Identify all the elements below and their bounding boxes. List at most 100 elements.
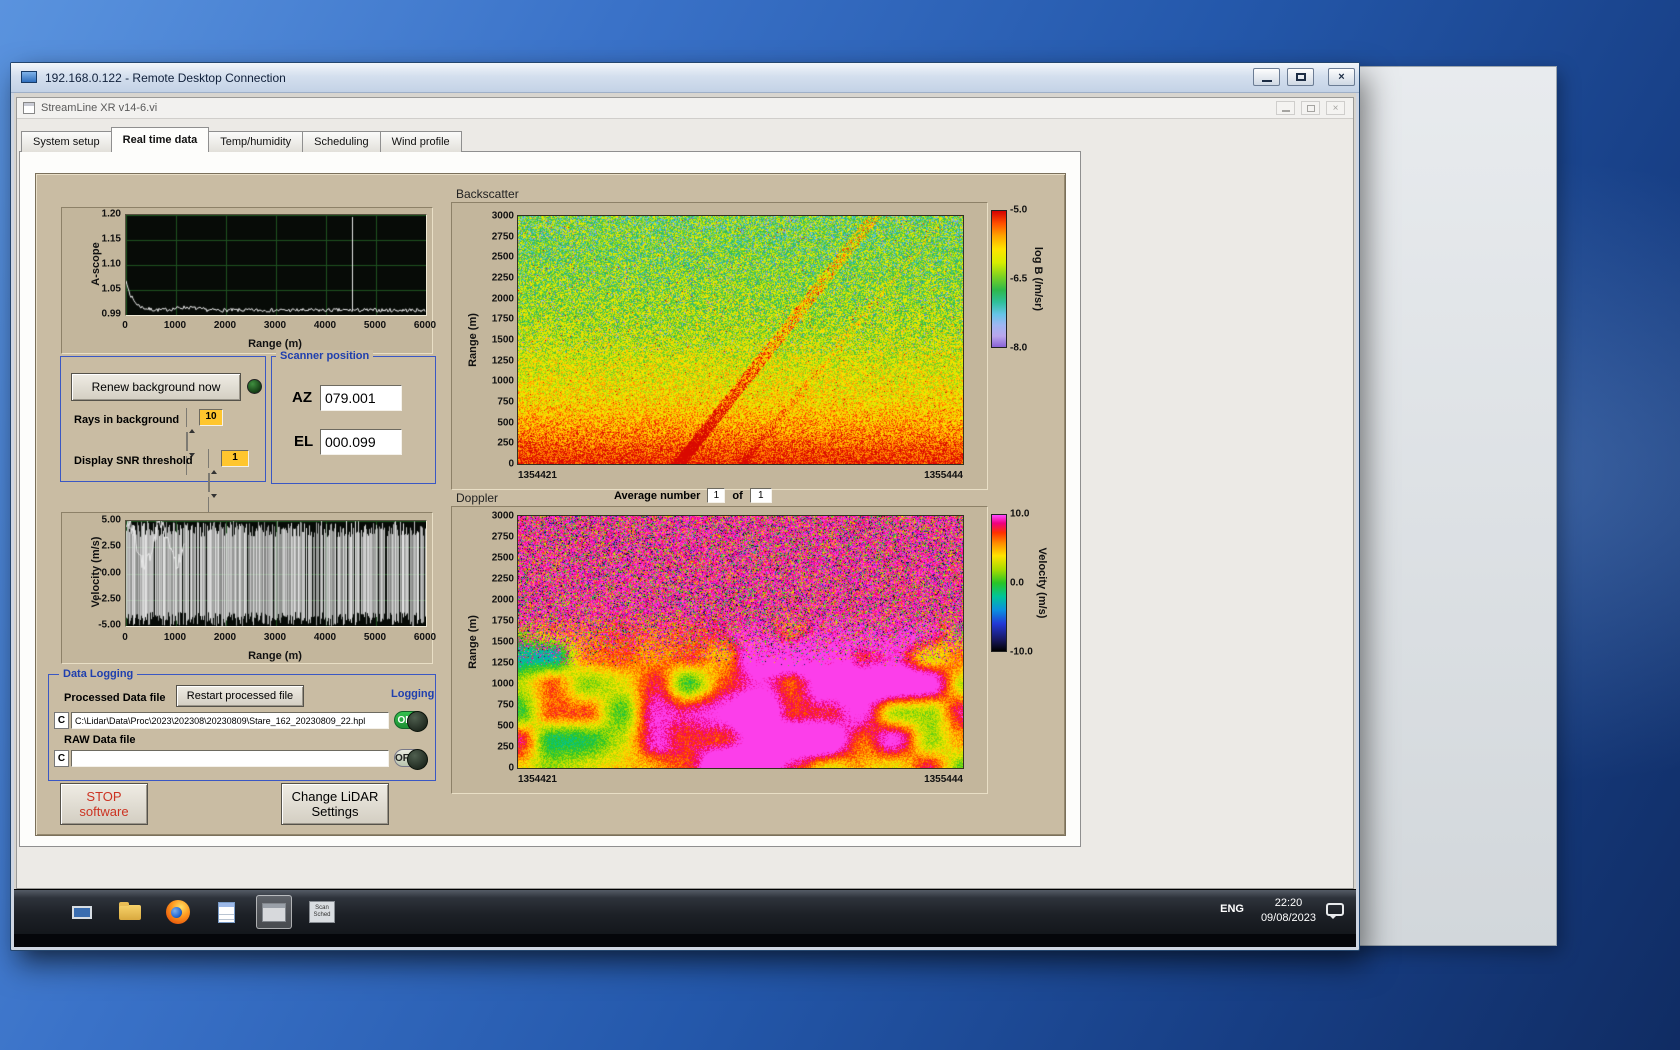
tick-label: 1000: [163, 632, 187, 643]
tick-label: 1000: [491, 678, 514, 690]
average-of-label: of: [732, 489, 743, 502]
velocity-canvas: [126, 521, 426, 626]
doppler-x-bounds: 1354421 1355444: [518, 774, 963, 785]
backscatter-x-bounds: 1354421 1355444: [518, 470, 963, 481]
decrement-icon[interactable]: [208, 473, 219, 516]
raw-path-field[interactable]: [71, 750, 389, 767]
velocity-x-ticks: 0 1000 2000 3000 4000 5000 6000: [122, 632, 436, 644]
ascope-plot: [125, 214, 427, 316]
raw-logging-toggle[interactable]: OFF: [394, 749, 428, 770]
tick-label: 1750: [491, 313, 514, 325]
rdp-icon: [21, 71, 37, 83]
taskbar-streamline-button[interactable]: [256, 895, 292, 929]
raw-drive-selector[interactable]: C: [54, 750, 69, 767]
rays-spinner[interactable]: [186, 408, 197, 475]
stop-line2: software: [79, 804, 129, 819]
processed-drive-selector[interactable]: C: [54, 712, 69, 729]
tick-label: 3000: [491, 210, 514, 222]
close-icon: ×: [1332, 102, 1339, 114]
vi-minimize-button[interactable]: [1276, 101, 1295, 115]
tick-label: 5000: [363, 632, 387, 643]
velocity-plot: [125, 520, 427, 627]
tick-label: 2250: [491, 573, 514, 585]
close-button[interactable]: ×: [1328, 68, 1355, 86]
tab-wind-profile[interactable]: Wind profile: [379, 131, 462, 152]
minimize-icon: [1281, 110, 1290, 112]
snr-threshold-label: Display SNR threshold: [74, 455, 193, 467]
tick-label: 3000: [491, 510, 514, 522]
doppler-title: Doppler: [456, 491, 499, 505]
logging-label: Logging: [391, 688, 435, 700]
app-window-icon: [262, 902, 286, 922]
stop-line1: STOP: [86, 789, 122, 804]
data-logging-title: Data Logging: [59, 668, 138, 680]
tick-label: 0: [122, 632, 128, 643]
change-lidar-settings-button[interactable]: Change LiDAR Settings: [281, 783, 389, 825]
average-number-field[interactable]: 1: [707, 488, 726, 503]
tick-label: 2500: [491, 552, 514, 564]
tick-label: 0.99: [101, 308, 121, 320]
vi-restore-button[interactable]: [1301, 101, 1320, 115]
desktop-icon: [72, 905, 92, 919]
change-line2: Settings: [311, 804, 359, 819]
tab-strip: System setup Real time data Temp/humidit…: [21, 127, 462, 152]
taskbar-not epad-button[interactable]: [208, 895, 244, 929]
language-indicator[interactable]: ENG: [1220, 903, 1244, 915]
processed-logging-toggle[interactable]: ON: [394, 711, 428, 732]
rays-value-field[interactable]: 10: [199, 409, 223, 426]
tick-label: 1000: [491, 375, 514, 387]
vi-icon: [23, 102, 35, 114]
tick-label: 1.10: [101, 258, 121, 270]
average-total-field[interactable]: 1: [749, 488, 772, 503]
tick-label: -10.0: [1010, 646, 1033, 658]
tick-label: 500: [497, 720, 514, 732]
snr-value-field[interactable]: 1: [221, 450, 249, 467]
minimize-icon: [1261, 80, 1272, 82]
tab-scheduling[interactable]: Scheduling: [302, 131, 381, 152]
tick-label: 750: [497, 699, 514, 711]
taskbar-scan-scheduler-button[interactable]: Scan Sched: [304, 895, 340, 929]
restart-processed-file-button[interactable]: Restart processed file: [176, 685, 304, 707]
tick-label: 1750: [491, 615, 514, 627]
tick-label: 0: [122, 320, 128, 331]
tick-label: -2.50: [98, 593, 121, 605]
firefox-icon: [166, 900, 190, 924]
minimize-button[interactable]: [1253, 68, 1280, 86]
backscatter-y-ticks: 3000 2750 2500 2250 2000 1750 1500 1250 1000 750 5…: [472, 211, 514, 470]
tick-label: 5000: [363, 320, 387, 331]
tick-label: 0: [508, 458, 514, 470]
notification-icon[interactable]: [1326, 903, 1344, 919]
labview-titlebar[interactable]: StreamLine XR v14-6.vi ×: [17, 98, 1353, 119]
doppler-x-max: 1355444: [924, 774, 963, 785]
backscatter-x-min: 1354421: [518, 470, 557, 481]
processed-path-field[interactable]: C:\Lidar\Data\Proc\2023\202308\20230809\…: [71, 712, 389, 729]
az-value-field[interactable]: 079.001: [320, 385, 402, 411]
backscatter-title: Backscatter: [456, 187, 519, 201]
snr-spinner[interactable]: [208, 449, 219, 516]
taskbar-explorer-button[interactable]: [112, 895, 148, 929]
data-logging-group: Data Logging Processed Data file Restart…: [48, 668, 436, 781]
tab-system-setup[interactable]: System setup: [21, 131, 112, 152]
stop-software-button[interactable]: STOP software: [60, 783, 148, 825]
tick-label: 1000: [163, 320, 187, 331]
maximize-button[interactable]: [1287, 68, 1314, 86]
renew-background-button[interactable]: Renew background now: [71, 373, 241, 401]
folder-icon: [119, 901, 141, 920]
session-letterbox: [14, 934, 1356, 947]
labview-window: StreamLine XR v14-6.vi × System setup Re…: [16, 97, 1354, 889]
rdp-window: 192.168.0.122 - Remote Desktop Connectio…: [10, 62, 1360, 951]
tick-label: -6.5: [1010, 273, 1028, 285]
rdp-caption-buttons: ×: [1246, 68, 1355, 86]
taskbar-desktop-button[interactable]: [64, 895, 100, 929]
decrement-icon[interactable]: [186, 432, 197, 475]
tick-label: 1.15: [101, 233, 121, 245]
tick-label: 750: [497, 396, 514, 408]
taskbar-firefox-button[interactable]: [160, 895, 196, 929]
tick-label: -8.0: [1010, 342, 1028, 354]
el-value-field[interactable]: 000.099: [320, 429, 402, 455]
rdp-titlebar[interactable]: 192.168.0.122 - Remote Desktop Connectio…: [11, 63, 1359, 93]
tab-real-time-data[interactable]: Real time data: [110, 127, 210, 152]
tab-temp-humidity[interactable]: Temp/humidity: [208, 131, 304, 152]
taskbar-clock[interactable]: 22:20 09/08/2023: [1261, 896, 1316, 926]
vi-close-button[interactable]: ×: [1326, 101, 1345, 115]
